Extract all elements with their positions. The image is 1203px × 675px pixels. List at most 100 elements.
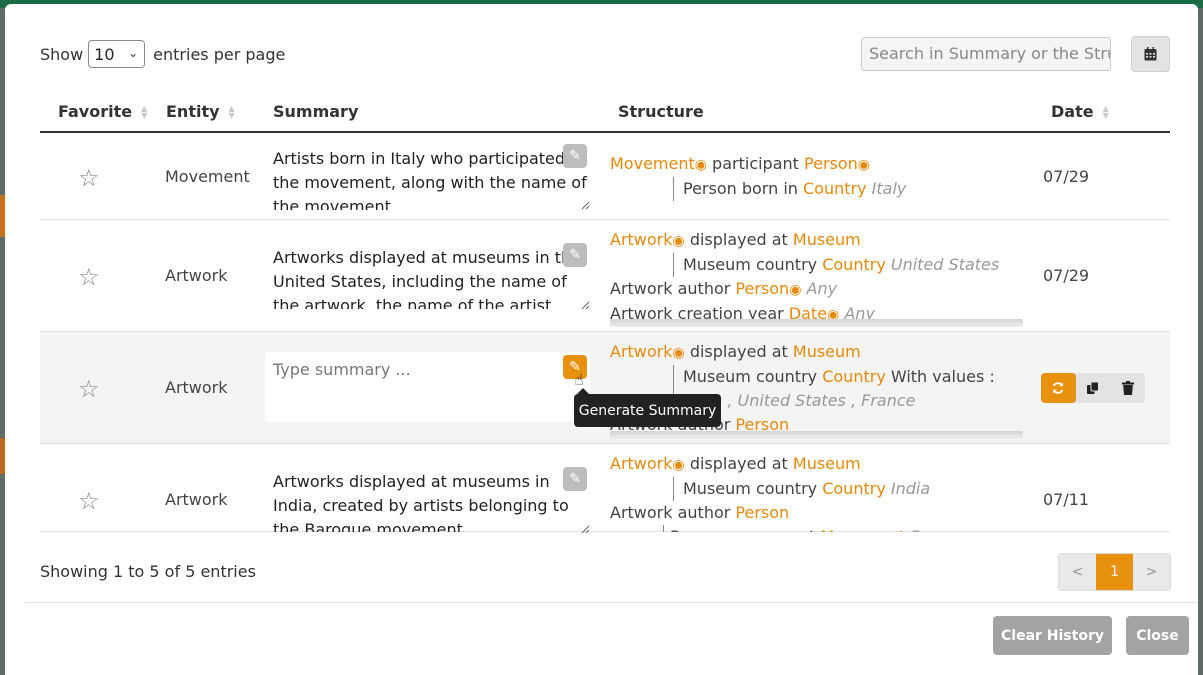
eye-icon[interactable]: ◉ (673, 233, 685, 249)
clear-history-button[interactable]: Clear History (993, 616, 1112, 655)
resize-handle-icon[interactable] (580, 300, 590, 310)
entity-token[interactable]: Museum (793, 454, 861, 473)
structure-text: Any (806, 279, 838, 298)
show-label: Show (40, 44, 84, 64)
structure-line: Artwork author Person◉ Any (610, 277, 1023, 302)
structure-cell: Movement◉ participant Person◉ Person born… (610, 152, 1023, 202)
header-entity-label: Entity (166, 102, 220, 121)
star-icon[interactable]: ☆ (78, 377, 100, 401)
date-cell: 07/29 (1043, 167, 1090, 186)
pagination-page-1[interactable]: 1 (1096, 554, 1133, 590)
entity-token[interactable]: Artwork (610, 454, 673, 473)
eye-icon[interactable]: ◉ (789, 282, 801, 298)
header-entity[interactable]: Entity ▲ ▼ (166, 102, 235, 121)
magic-wand-icon[interactable]: ✎ (563, 467, 587, 491)
structure-scroll-fade (610, 319, 1023, 327)
summary-textarea[interactable]: Artists born in Italy who participated i… (273, 147, 590, 210)
structure-cell: Artwork◉ displayed at Museum Museum count… (610, 452, 1023, 532)
structure-text: Baroque (905, 527, 977, 532)
entity-token[interactable]: Country (822, 367, 886, 386)
header-favorite-label: Favorite (58, 102, 133, 121)
star-icon[interactable]: ☆ (78, 489, 100, 513)
structure-text: displayed at (684, 454, 793, 473)
entity-token[interactable]: Artwork (610, 230, 673, 249)
structure-line: Artwork◉ displayed at Museum (610, 452, 1023, 477)
cursor-pointer-icon: ☝ (574, 370, 584, 389)
magic-wand-icon[interactable]: ✎ (563, 144, 587, 168)
structure-line: Movement◉ participant Person◉ (610, 152, 1023, 177)
date-filter-button[interactable] (1131, 36, 1170, 72)
sort-icon: ▲ ▼ (141, 103, 148, 120)
header-date[interactable]: Date ▲ ▼ (1051, 102, 1109, 121)
structure-line: Museum country Country United States (610, 253, 1023, 277)
entity-token[interactable]: Country (803, 179, 867, 198)
date-cell: 07/29 (1043, 266, 1090, 285)
search-input[interactable]: Search in Summary or the Structure (861, 37, 1111, 71)
structure-line: Person born in Country Italy (610, 177, 1023, 201)
entity-token[interactable]: Person (735, 279, 789, 298)
date-cell: 07/11 (1043, 490, 1090, 509)
structure-line: Person movement Movement Baroque (610, 525, 1023, 532)
entity-token[interactable]: Person (804, 154, 858, 173)
header-summary-label: Summary (273, 102, 359, 121)
copy-button[interactable] (1076, 373, 1111, 403)
summary-textarea[interactable]: Artworks displayed at museums in the Uni… (273, 246, 590, 309)
structure-text: Person born in (683, 179, 803, 198)
generate-summary-tooltip: Generate Summary (574, 388, 721, 427)
header-favorite[interactable]: Favorite ▲ ▼ (58, 102, 147, 121)
star-icon[interactable]: ☆ (78, 166, 100, 190)
structure-text: Museum country (683, 479, 823, 498)
structure-text: With values : (885, 367, 995, 386)
entries-per-page-label: entries per page (153, 44, 286, 64)
chevron-down-icon: ⌄ (128, 46, 139, 60)
resize-handle-icon[interactable] (580, 200, 590, 210)
structure-line: Artwork◉ displayed at Museum (610, 228, 1023, 253)
pagination-next[interactable]: > (1133, 554, 1170, 590)
entity-token[interactable]: Person (735, 503, 789, 522)
sort-icon: ▲ ▼ (228, 103, 235, 120)
structure-text: Italy (871, 179, 907, 198)
table-info: Showing 1 to 5 of 5 entries (40, 562, 256, 581)
structure-cell: Artwork◉ displayed at Museum Museum count… (610, 228, 1023, 326)
entity-cell: Artwork (165, 490, 228, 509)
entity-token[interactable]: Country (822, 255, 886, 274)
entity-cell: Artwork (165, 378, 228, 397)
table-row: ☆ Movement Artists born in Italy who par… (40, 132, 1170, 220)
structure-text: United States (890, 255, 1000, 274)
eye-icon[interactable]: ◉ (673, 345, 685, 361)
close-button[interactable]: Close (1126, 616, 1189, 655)
refresh-icon (1053, 382, 1064, 394)
eye-icon[interactable]: ◉ (695, 157, 707, 173)
magic-wand-icon[interactable]: ✎ (563, 243, 587, 267)
table-row: ☆ Artwork Type summary ... ✎ Artwork◉ di… (40, 332, 1170, 444)
delete-button[interactable] (1110, 373, 1145, 403)
header-structure: Structure (618, 102, 704, 121)
entity-token[interactable]: Museum (793, 342, 861, 361)
structure-text: Artwork author (610, 279, 736, 298)
calendar-icon (1144, 47, 1157, 61)
structure-text: Museum country (683, 367, 823, 386)
structure-text: Museum country (683, 255, 823, 274)
eye-icon[interactable]: ◉ (673, 457, 685, 473)
entity-token[interactable]: Movement (610, 154, 695, 173)
copy-icon (1087, 381, 1099, 394)
structure-line: Museum country Country India (610, 477, 1023, 501)
entity-token[interactable]: Museum (793, 230, 861, 249)
summary-textarea[interactable]: Artworks displayed at museums in India, … (273, 470, 590, 532)
history-modal: Show 10 ⌄ entries per page Search in Sum… (5, 4, 1198, 675)
entity-token[interactable]: Country (822, 479, 886, 498)
eye-icon[interactable]: ◉ (858, 157, 870, 173)
modal-footer-divider (25, 602, 1198, 603)
pagination-prev[interactable]: < (1059, 554, 1096, 590)
summary-input[interactable]: Type summary ... (265, 352, 590, 422)
star-icon[interactable]: ☆ (78, 265, 100, 289)
entity-token[interactable]: Movement (820, 527, 905, 532)
resize-handle-icon[interactable] (580, 524, 590, 534)
entries-per-page-select[interactable]: 10 ⌄ (88, 40, 146, 68)
header-date-label: Date (1051, 102, 1094, 121)
refresh-button[interactable] (1041, 373, 1076, 403)
structure-text: Person movement (670, 527, 820, 532)
entity-cell: Artwork (165, 266, 228, 285)
row-actions (1041, 373, 1145, 403)
entity-token[interactable]: Artwork (610, 342, 673, 361)
